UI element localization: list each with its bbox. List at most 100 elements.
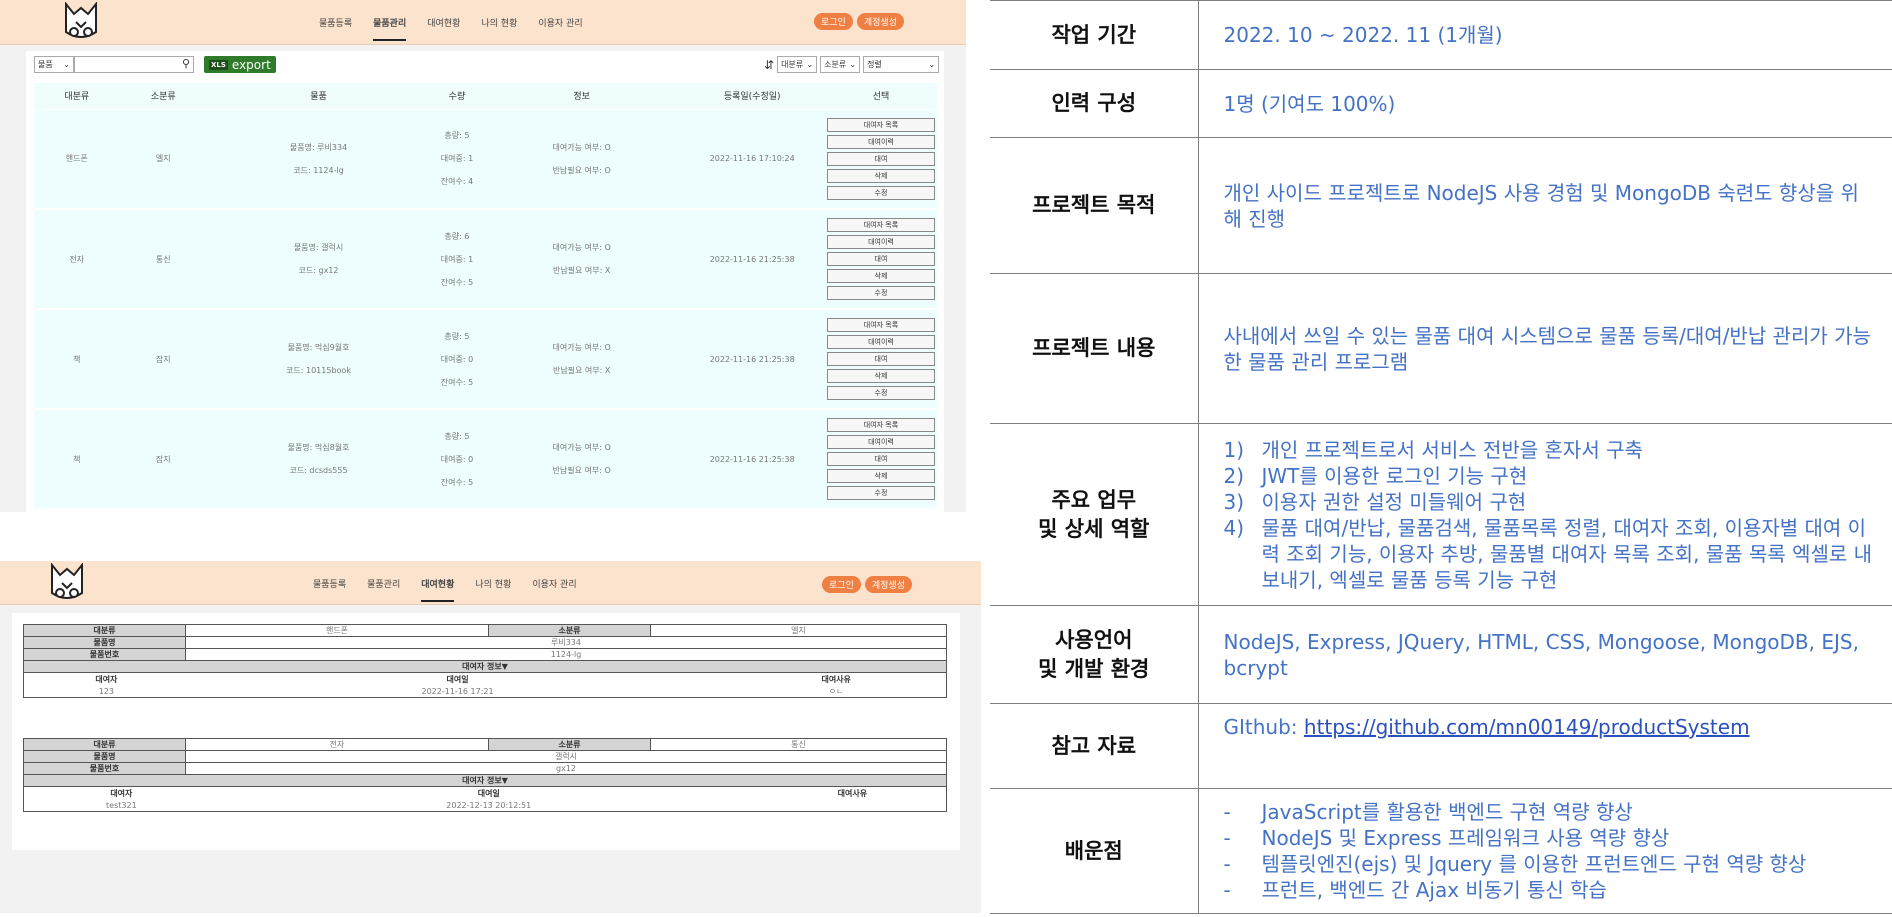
sort-select-value: 정렬 [867, 60, 882, 69]
row-action-button[interactable]: 대여 [826, 352, 935, 366]
table-row: 전자 통신 물품명: 갤럭시 코드: gx12 총량: 6 대여중: 1 잔여수: 5 대여가… [34, 208, 937, 310]
row-action-button[interactable]: 대여이력 [826, 335, 935, 349]
table-row: 책 잡지 물품명: 먹심8월호 코드: dcsds555 총량: 5 대여중: 0 잔여수:… [34, 408, 937, 510]
period-label: 작업 기간 [990, 0, 1199, 70]
row-action-button[interactable]: 대여자 목록 [826, 418, 935, 432]
row-action-button[interactable]: 수정 [826, 486, 935, 500]
col-select: 선택 [824, 83, 937, 109]
project-summary: 작업 기간 2022. 10 ~ 2022. 11 (1개월) 인력 구성 1명… [990, 0, 1892, 917]
row-action-button[interactable]: 수정 [826, 386, 935, 400]
cell-info: 대여가능 여부: O 반납필요 여부: X [483, 208, 680, 310]
github-link[interactable]: https://github.com/mn00149/productSystem [1304, 715, 1750, 739]
main-nav: 물품등록 물품관리 대여현황 나의 현황 이용자 관리 [313, 561, 598, 605]
row-action-button[interactable]: 대여이력 [826, 134, 935, 149]
label-renter: 대여자 [95, 674, 118, 684]
major-filter-select[interactable]: 대분류 ⌄ [777, 56, 818, 73]
label-reason: 대여사유 [821, 674, 851, 684]
label-rent-date: 대여일 [446, 674, 469, 684]
value-minor: 통신 [650, 738, 947, 751]
export-button[interactable]: XLS export [204, 56, 276, 73]
cell-info: 대여가능 여부: O 반납필요 여부: O [483, 408, 680, 510]
search-input[interactable]: ⚲ [74, 56, 194, 73]
cell-date: 2022-11-16 17:10:24 [679, 108, 825, 210]
value-minor: 엘지 [650, 624, 947, 637]
row-action-button[interactable]: 대여이력 [826, 435, 935, 449]
sort-select[interactable]: 정렬 ⌄ [863, 56, 940, 73]
search-icon[interactable]: ⚲ [182, 57, 190, 70]
nav-item-my-status[interactable]: 나의 현황 [475, 565, 511, 602]
summary-row-period: 작업 기간 2022. 10 ~ 2022. 11 (1개월) [990, 0, 1892, 70]
stack-label: 사용언어 및 개발 환경 [990, 605, 1199, 704]
summary-row-team: 인력 구성 1명 (기여도 100%) [990, 69, 1892, 138]
rent-info-toggle[interactable]: 대여자 정보▼ [23, 660, 947, 673]
nav-item-user-admin[interactable]: 이용자 관리 [532, 565, 576, 602]
label-reason: 대여사유 [837, 788, 868, 798]
nav-item-my-status[interactable]: 나의 현황 [481, 4, 517, 41]
search-category-select[interactable]: 물품 ⌄ [34, 56, 74, 73]
qty-remain: 잔여수: 4 [440, 177, 474, 187]
nav-item-manage[interactable]: 물품관리 [373, 4, 407, 41]
row-action-button[interactable]: 대여 [826, 252, 935, 266]
row-action-button[interactable]: 대여 [826, 151, 935, 166]
cell-minor: 엘지 [119, 108, 208, 210]
info-returnable: 반납필요 여부: O [552, 466, 611, 475]
nav-item-manage[interactable]: 물품관리 [367, 565, 400, 602]
signup-button[interactable]: 계정생성 [864, 576, 912, 593]
search-category-value: 물품 [38, 60, 53, 69]
info-rentable: 대여가능 여부: O [552, 243, 611, 252]
cell-date: 2022-11-16 21:25:38 [679, 208, 825, 310]
row-action-button[interactable]: 삭제 [826, 469, 935, 483]
team-value: 1명 (기여도 100%) [1198, 69, 1892, 138]
list-item: 4) 물품 대여/반납, 물품검색, 물품목록 정렬, 대여자 조회, 이용자별 … [1223, 515, 1873, 592]
learned-label: 배운점 [990, 788, 1199, 914]
value-name: 루비334 [185, 636, 947, 649]
label-major: 대분류 [23, 624, 186, 637]
cell-major: 책 [34, 308, 120, 410]
major-filter-value: 대분류 [781, 60, 804, 69]
signup-button[interactable]: 계정생성 [856, 13, 904, 30]
cat-logo-icon [65, 2, 97, 38]
row-action-button[interactable]: 대여자 목록 [826, 318, 935, 332]
sort-icon[interactable]: ⇵ [764, 58, 774, 72]
nav-item-user-admin[interactable]: 이용자 관리 [538, 4, 582, 41]
excel-icon: XLS [209, 59, 228, 70]
summary-row-stack: 사용언어 및 개발 환경 NodeJS, Express, JQuery, HT… [990, 605, 1892, 704]
row-action-button[interactable]: 대여 [826, 452, 935, 466]
chevron-down-icon: ⌄ [63, 60, 70, 69]
auth-buttons: 로그인 계정생성 [822, 576, 912, 593]
rental-record-table: 대분류 전자 소분류 통신 물품명 갤럭시 물품번호 gx12 대여자 정보▼ 대여자 대여일 대여사… [23, 738, 947, 812]
cell-item: 물품명: 루비334 코드: 1124-lg [207, 108, 430, 210]
label-major: 대분류 [23, 738, 186, 751]
row-action-button[interactable]: 삭제 [826, 168, 935, 183]
row-action-button[interactable]: 수정 [826, 286, 935, 300]
row-action-button[interactable]: 삭제 [826, 269, 935, 283]
value-major: 전자 [185, 738, 489, 751]
rent-info-toggle[interactable]: 대여자 정보▼ [23, 774, 947, 787]
login-button[interactable]: 로그인 [814, 13, 853, 30]
value-major: 핸드폰 [185, 624, 489, 637]
top-nav: 물품등록 물품관리 대여현황 나의 현황 이용자 관리 로그인 계정생성 [0, 561, 981, 605]
row-action-button[interactable]: 대여이력 [826, 235, 935, 249]
minor-filter-select[interactable]: 소분류 ⌄ [820, 56, 861, 73]
purpose-label: 프로젝트 목적 [990, 137, 1199, 274]
item-code: 코드: 1124-lg [293, 165, 344, 175]
list-item: 1) 개인 프로젝트로서 서비스 전반을 혼자서 구축 [1223, 437, 1643, 462]
row-action-button[interactable]: 수정 [826, 185, 935, 200]
row-action-button[interactable]: 대여자 목록 [826, 117, 935, 132]
login-button[interactable]: 로그인 [822, 576, 861, 593]
cat-logo-icon [51, 563, 83, 599]
cell-actions: 대여자 목록대여이력대여삭제수정 [824, 108, 937, 210]
stack-label-line2: 및 개발 환경 [1038, 656, 1150, 681]
nav-item-register[interactable]: 물품등록 [319, 4, 352, 41]
row-action-button[interactable]: 삭제 [826, 369, 935, 383]
nav-item-rental-status[interactable]: 대여현황 [427, 4, 460, 41]
table-row: 핸드폰 엘지 물품명: 루비334 코드: 1124-lg 총량: 5 대여중: 1 잔여수… [34, 108, 937, 210]
row-action-button[interactable]: 대여자 목록 [826, 218, 935, 232]
nav-item-rental-status[interactable]: 대여현황 [421, 565, 455, 602]
nav-item-register[interactable]: 물품등록 [313, 565, 346, 602]
col-registered: 등록일(수정일) [679, 83, 825, 109]
cell-item: 물품명: 갤럭시 코드: gx12 [207, 208, 430, 310]
cell-quantity: 총량: 5 대여중: 1 잔여수: 4 [429, 108, 484, 210]
qty-total: 총량: 5 [444, 331, 470, 341]
stack-label-line1: 사용언어 [1055, 627, 1133, 652]
